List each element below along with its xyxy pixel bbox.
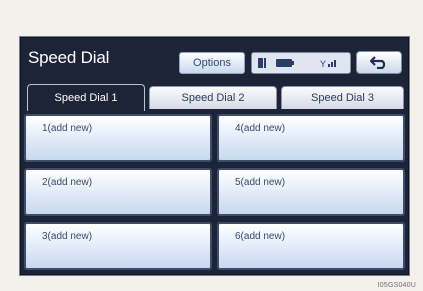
entry-label: 3(add new) (42, 231, 93, 242)
speed-dial-entry-5[interactable]: 5(add new) (217, 168, 405, 216)
entry-label: 6(add new) (235, 231, 286, 242)
return-arrow-icon (369, 56, 386, 69)
back-button[interactable] (356, 51, 402, 74)
tab-speed-dial-3[interactable]: Speed Dial 3 (281, 86, 404, 109)
bluetooth-icon (258, 58, 266, 68)
speed-dial-entry-1[interactable]: 1(add new) (24, 114, 212, 162)
speed-dial-entry-2[interactable]: 2(add new) (24, 168, 212, 216)
entry-label: 4(add new) (235, 123, 286, 134)
battery-icon (276, 59, 294, 67)
speed-dial-entry-6[interactable]: 6(add new) (217, 222, 405, 270)
entry-label: 1(add new) (42, 123, 93, 134)
options-button[interactable]: Options (179, 52, 245, 74)
status-indicator-bar: Y (251, 52, 351, 74)
tab-speed-dial-2[interactable]: Speed Dial 2 (149, 86, 277, 109)
speed-dial-screen: Speed Dial Options Y Speed Dial 1 Speed … (20, 37, 409, 275)
tab-speed-dial-1[interactable]: Speed Dial 1 (27, 84, 145, 111)
header-bar: Speed Dial Options Y (21, 38, 408, 82)
signal-icon: Y (320, 59, 336, 69)
image-reference-code: I05GS040U (377, 282, 416, 289)
svg-text:Y: Y (320, 59, 326, 69)
speed-dial-entry-3[interactable]: 3(add new) (24, 222, 212, 270)
entry-label: 2(add new) (42, 177, 93, 188)
page-title: Speed Dial (28, 48, 110, 67)
speed-dial-grid: 1(add new) 4(add new) 2(add new) 5(add n… (21, 110, 408, 274)
entry-label: 5(add new) (235, 177, 286, 188)
speed-dial-tabs: Speed Dial 1 Speed Dial 2 Speed Dial 3 (21, 84, 408, 111)
speed-dial-entry-4[interactable]: 4(add new) (217, 114, 405, 162)
